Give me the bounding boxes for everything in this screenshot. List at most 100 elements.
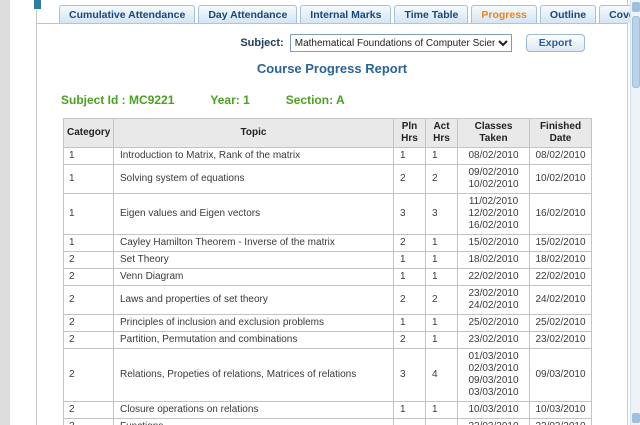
finished-date-cell: 22/03/2010 [529,418,592,425]
subject-select[interactable]: Mathematical Foundations of Computer Sci… [289,34,512,52]
finished-date-cell: 08/02/2010 [529,147,592,165]
subject-bar: Subject: Mathematical Foundations of Com… [37,33,585,53]
classes-taken-cell: 08/02/2010 [457,147,530,165]
table-row: 2Functions 22/03/201022/03/2010 [63,418,592,425]
topic-cell: Closure operations on relations [113,401,394,419]
category-cell: 1 [63,193,114,235]
corner-accent [34,0,41,9]
category-cell: 2 [63,331,114,349]
classes-taken-cell: 22/02/2010 [457,268,530,286]
finished-date-cell: 22/02/2010 [529,268,592,286]
section-value: Section: A [285,93,345,107]
column-header: Finished Date [529,118,592,148]
act-hrs-cell: 1 [425,314,458,332]
tab-outline[interactable]: Outline [539,5,597,23]
subject-label: Subject: [240,37,284,49]
classes-taken-cell: 23/02/2010 24/02/2010 [457,285,530,315]
topic-cell: Cayley Hamilton Theorem - Inverse of the… [113,234,394,252]
course-info-line: Subject Id : MC9221 Year: 1 Section: A [61,93,627,107]
act-hrs-cell [425,418,458,425]
tab-cumulative-attendance[interactable]: Cumulative Attendance [59,5,196,23]
finished-date-cell: 18/02/2010 [529,251,592,269]
table-row: 1 Introduction to Matrix, Rank of the mat… [63,147,592,165]
act-hrs-cell: 1 [425,401,458,419]
topic-cell: Eigen values and Eigen vectors [113,193,394,235]
tab-time-table[interactable]: Time Table [394,5,469,23]
table-row: 1 Cayley Hamilton Theorem - Inverse of th… [63,234,592,252]
page-title: Course Progress Report [256,61,408,76]
table-row: 2 Laws and properties of set theory 2 2 23/0… [63,285,592,315]
tab-internal-marks[interactable]: Internal Marks [300,5,392,23]
column-header: Topic [113,118,394,148]
category-cell: 2 [63,401,114,419]
topic-cell: Principles of inclusion and exclusion pr… [113,314,394,332]
act-hrs-cell: 4 [425,348,458,402]
topic-cell: Partition, Permutation and combinations [113,331,394,349]
act-hrs-cell: 2 [425,164,458,194]
table-row: 2 Closure operations on relations 1 1 10/03/… [63,401,592,419]
table-row: 1 Solving system of equations 2 2 09/02/2010… [63,164,592,194]
classes-taken-cell: 01/03/2010 02/03/2010 09/03/2010 03/03/2… [457,348,530,402]
topic-cell: Solving system of equations [113,164,394,194]
pln-hrs-cell [393,418,426,425]
tab-bar: Cumulative Attendance Day Attendance Inter… [37,0,640,24]
page: Cumulative Attendance Day Attendance Inter… [0,0,640,425]
finished-date-cell: 16/02/2010 [529,193,592,235]
finished-date-cell: 15/02/2010 [529,234,592,252]
table-row: 2 Partition, Permutation and combinations… [63,331,592,349]
column-header: Category [63,118,114,148]
pln-hrs-cell: 2 [393,164,426,194]
classes-taken-cell: 22/03/2010 [457,418,530,425]
table-row: 2 Venn Diagram 1 1 22/02/2010 22/02/2010 [63,268,592,286]
category-cell: 2 [63,251,114,269]
page-left-margin [0,0,10,425]
year-value: Year: 1 [210,93,250,107]
classes-taken-cell: 15/02/2010 [457,234,530,252]
finished-date-cell: 23/02/2010 [529,331,592,349]
pln-hrs-cell: 2 [393,285,426,315]
scroll-down-arrow-icon[interactable] [632,413,640,423]
subject-id-value: Subject Id : MC9221 [61,93,175,107]
tab-day-attendance[interactable]: Day Attendance [198,5,298,23]
classes-taken-cell: 09/02/2010 10/02/2010 [457,164,530,194]
pln-hrs-cell: 1 [393,401,426,419]
topic-cell: Relations, Propeties of relations, Matri… [113,348,394,402]
table-row: 1 Eigen values and Eigen vectors 3 3 11/02/2… [63,193,592,235]
vertical-scrollbar[interactable] [630,0,640,425]
act-hrs-cell: 2 [425,285,458,315]
finished-date-cell: 10/03/2010 [529,401,592,419]
pln-hrs-cell: 1 [393,314,426,332]
act-hrs-cell: 3 [425,193,458,235]
table-row: 2 Principles of inclusion and exclusion p… [63,314,592,332]
category-cell: 1 [63,234,114,252]
topic-cell: Laws and properties of set theory [113,285,394,315]
category-cell: 2 [63,314,114,332]
topic-cell: Functions [113,418,394,425]
finished-date-cell: 25/02/2010 [529,314,592,332]
finished-date-cell: 24/02/2010 [529,285,592,315]
classes-taken-cell: 10/03/2010 [457,401,530,419]
column-header: Act Hrs [425,118,458,148]
table-row: 2 Set Theory 1 1 18/02/2010 18/02/2010 [63,251,592,269]
pln-hrs-cell: 1 [393,147,426,165]
topic-cell: Set Theory [113,251,394,269]
tab-progress[interactable]: Progress [471,5,537,23]
pln-hrs-cell: 2 [393,234,426,252]
content-panel: Cumulative Attendance Day Attendance Inter… [34,0,640,425]
pln-hrs-cell: 3 [393,348,426,402]
classes-taken-cell: 25/02/2010 [457,314,530,332]
scroll-up-arrow-icon[interactable] [632,2,640,12]
category-cell: 2 [63,285,114,315]
classes-taken-cell: 11/02/2010 12/02/2010 16/02/2010 [457,193,530,235]
export-button[interactable]: Export [525,34,585,52]
act-hrs-cell: 1 [425,234,458,252]
pln-hrs-cell: 1 [393,251,426,269]
scrollbar-thumb[interactable] [632,16,640,88]
finished-date-cell: 10/02/2010 [529,164,592,194]
classes-taken-cell: 23/02/2010 [457,331,530,349]
progress-table-body: 1 Introduction to Matrix, Rank of the mat… [63,147,592,425]
progress-table: Category Topic Pln Hrs Act Hrs Classes Taken… [63,118,592,425]
column-header: Pln Hrs [393,118,426,148]
category-cell: 2 [63,268,114,286]
act-hrs-cell: 1 [425,268,458,286]
